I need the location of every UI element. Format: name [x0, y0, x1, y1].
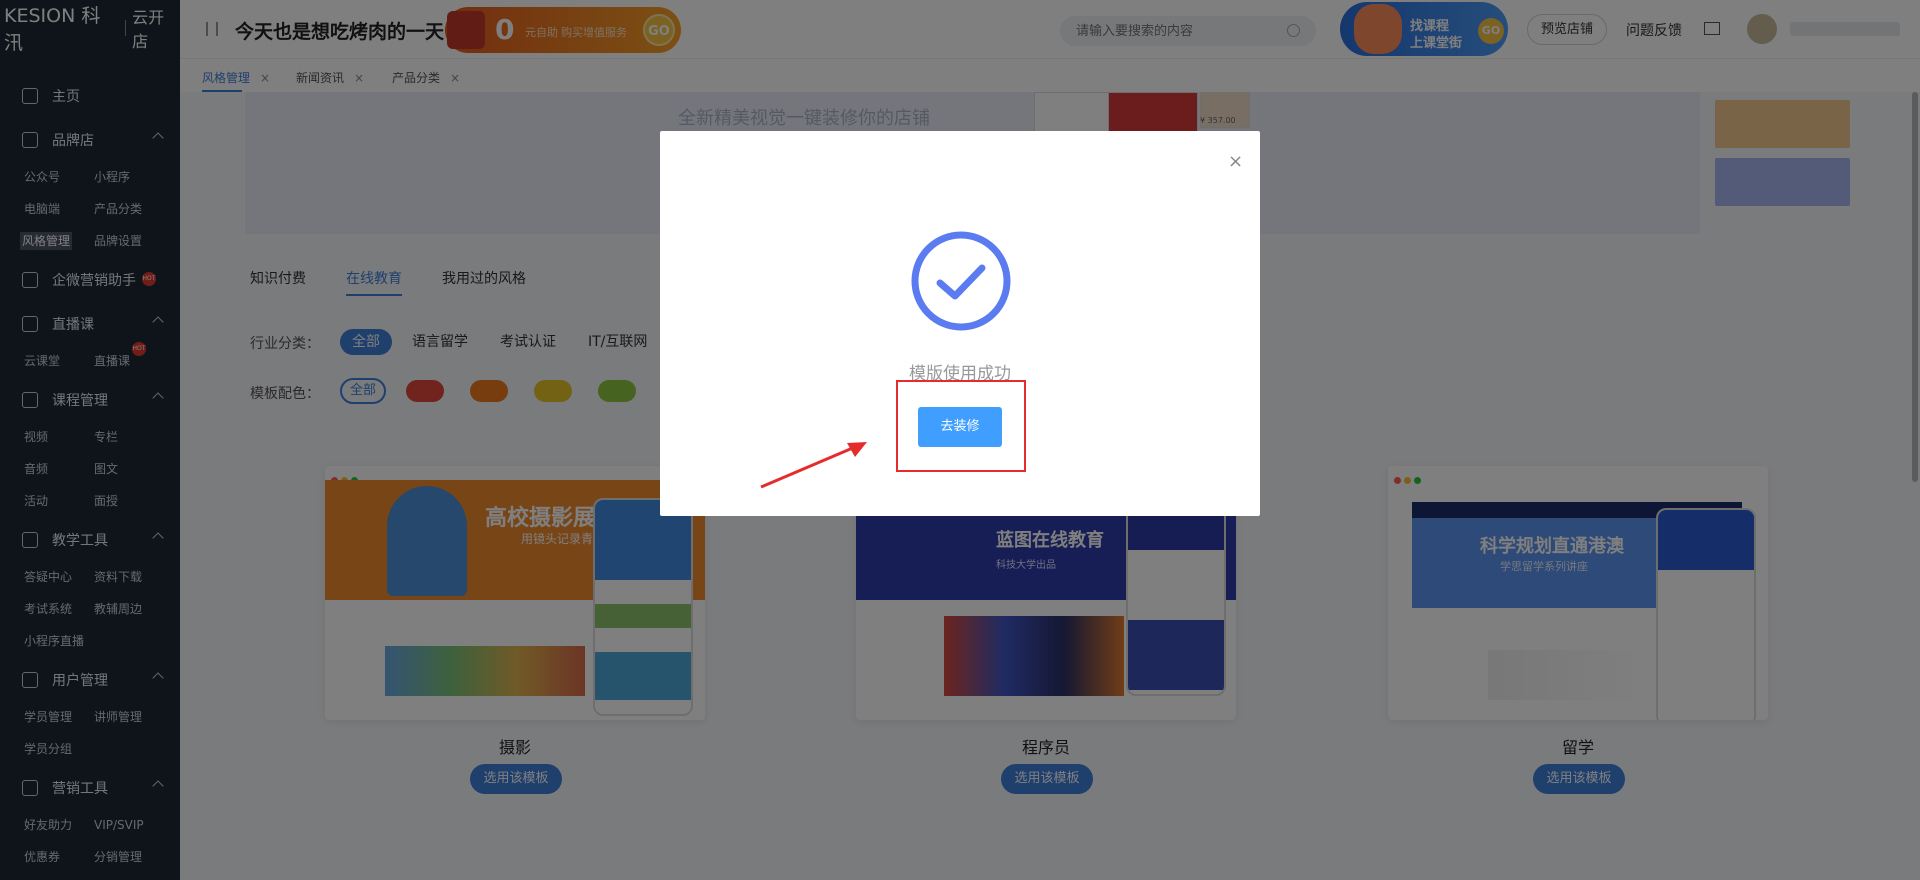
highlight-box	[896, 380, 1026, 472]
success-check-icon	[911, 231, 1011, 331]
pointer-arrow-icon	[760, 442, 867, 489]
close-icon[interactable]: ×	[1228, 153, 1243, 171]
